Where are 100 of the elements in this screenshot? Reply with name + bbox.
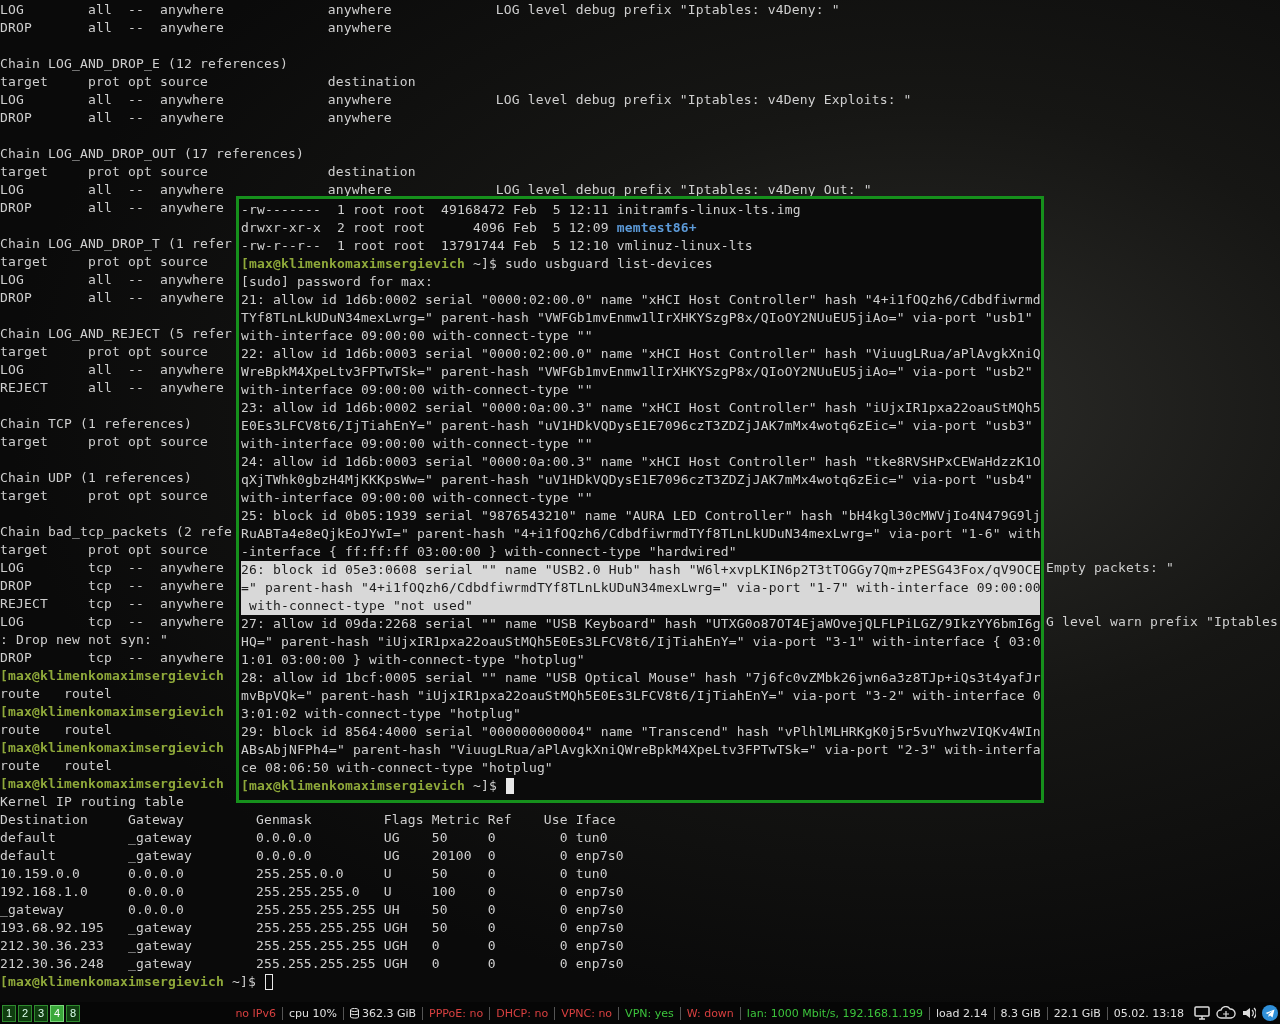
terminal-line: DROP all -- anywhere — [0, 290, 224, 305]
terminal-line: -interface { ff:ff:ff 03:00:00 } with-connect-type "hardwired" — [241, 544, 737, 559]
terminal-line: Empty packets: " — [1046, 559, 1175, 577]
terminal-line: [sudo] password for max: — [241, 274, 433, 289]
terminal-line: Destination Gateway Genmask Flags Metric Ref Use Iface — [0, 812, 616, 827]
prompt-text: [max@klimenkomaximsergievich — [0, 667, 224, 685]
terminal-line: G level warn prefix "Iptables — [1046, 613, 1279, 631]
terminal-line: default _gateway 0.0.0.0 UG 20100 0 0 enp7s0 — [0, 848, 624, 863]
workspace-button[interactable]: 1 — [2, 1004, 16, 1022]
terminal-line: 3:01:02 with-connect-type "hotplug" — [241, 706, 521, 721]
terminal-line: 193.68.92.195 _gateway 255.255.255.255 UGH 50 0 0 enp7s0 — [0, 920, 624, 935]
terminal-line: target prot opt source — [0, 542, 208, 557]
status-text: cpu 10% — [289, 1006, 337, 1020]
terminal-line: DROP all -- anywhere — [0, 200, 224, 215]
terminal-line: Chain LOG_AND_REJECT (5 refer — [0, 326, 232, 341]
terminal-line: LOG all -- anywhere anywhere LOG level debug prefix "Iptables: v4Deny Out: " — [0, 182, 872, 197]
terminal-line: 23: allow id 1d6b:0002 serial "0000:0a:00.3" name "xHCI Host Controller" hash "iUjxIR1pxa22oauStMQh5 — [241, 400, 1041, 415]
terminal-line: TYf8TLnLkUDuN34mexLwrg=" parent-hash "VWFGb1mvEnmw1lIrXHKYSzgP8x/QIoOY2NUuEU5jiAo=" via-port "usb1" — [241, 310, 1033, 325]
status-text: VPN: yes — [625, 1006, 674, 1020]
terminal-line: REJECT tcp -- anywhere — [0, 596, 224, 611]
terminal-line: ABsAbjNFPh4=" parent-hash "ViuugLRua/aPlAvgkXniQWreBpkM4XpeLtv3FPTwTSk=" via-port "2-3" with-interfa — [241, 742, 1041, 757]
terminal-line: target prot opt source — [0, 254, 208, 269]
terminal-line: 212.30.36.233 _gateway 255.255.255.255 UGH 0 0 0 enp7s0 — [0, 938, 624, 953]
terminal-line: qXjTWhk0gbzH4MjKKKpsWw=" parent-hash "uV1HDkVQDysE1E7096czT3ZDZjJAK7mMx4wotq6zEic=" via-port "usb4" — [241, 472, 1033, 487]
terminal-line: target prot opt source — [0, 434, 208, 449]
terminal-line: 29: block id 8564:4000 serial "000000000004" name "Transcend" hash "vPlhlMLHRKgK0j5r5vuYhwzVIQKv4WIn — [241, 724, 1041, 739]
status-text: 8.3 GiB — [1000, 1006, 1041, 1020]
terminal-line: LOG all -- anywhere anywhere LOG level debug prefix "Iptables: v4Deny Exploits: " — [0, 92, 912, 107]
workspace-button[interactable]: 2 — [18, 1004, 32, 1022]
status-text: 362.3 GiB — [361, 1006, 417, 1020]
terminal-line: HQ=" parent-hash "iUjxIR1pxa22oauStMQh5E0Es3LFCV8t6/IjTiahEnY=" via-port "3-1" with-interface { 03:0 — [241, 634, 1041, 649]
terminal-line: DROP all -- anywhere anywhere — [0, 110, 392, 125]
terminal-line: LOG all -- anywhere anywhere LOG level debug prefix "Iptables: v4Deny: " — [0, 2, 840, 17]
disk-icon — [349, 1007, 359, 1019]
terminal-line: _gateway 0.0.0.0 255.255.255.255 UH 50 0 0 enp7s0 — [0, 902, 624, 917]
status-text: 22.1 GiB — [1053, 1006, 1101, 1020]
terminal-line: -rw-r--r-- 1 root root 13791744 Feb 5 12:10 vmlinuz-linux-lts — [241, 238, 753, 253]
terminal-line: 27: allow id 09da:2268 serial "" name "USB Keyboard" hash "UTXG0o87OT4EjaWOvejQLFLPiLGZ/9IkzYY6bmI6g — [241, 616, 1041, 631]
status-text: no IPv6 — [235, 1006, 276, 1020]
terminal-line: target prot opt source — [0, 344, 208, 359]
terminal-line: Chain LOG_AND_DROP_E (12 references) — [0, 56, 288, 71]
terminal-line: route routel — [0, 686, 112, 701]
terminal-line: 212.30.36.248 _gateway 255.255.255.255 UGH 0 0 0 enp7s0 — [0, 956, 624, 971]
terminal-line: Chain bad_tcp_packets (2 refe — [0, 524, 232, 539]
status-text: VPNC: no — [561, 1006, 613, 1020]
terminal-line: E0Es3LFCV8t6/IjTiahEnY=" parent-hash "uV1HDkVQDysE1E7096czT3ZDZjJAK7mMx4wotq6zEic=" via-port "usb3" — [241, 418, 1033, 433]
workspace-button[interactable]: 3 — [34, 1004, 48, 1022]
terminal-line: target prot opt source — [0, 488, 208, 503]
terminal-line: with-interface 09:00:00 with-connect-type "" — [241, 328, 593, 343]
network-icon[interactable] — [1216, 1006, 1236, 1020]
monitor-icon[interactable] — [1194, 1006, 1210, 1020]
terminal-line: LOG all -- anywhere — [0, 272, 224, 287]
prompt-text: [max@klimenkomaximsergievich ~]$ sudo usbguard list-devices — [241, 255, 713, 273]
terminal-line: 1:01 03:00:00 } with-connect-type "hotplug" — [241, 652, 585, 667]
terminal-line: 22: allow id 1d6b:0003 serial "0000:02:00.0" name "xHCI Host Controller" hash "ViuugLRua/aPlAvgkXniQ — [241, 346, 1041, 361]
status-text: 05.02. 13:18 — [1113, 1006, 1184, 1020]
terminal-line: LOG all -- anywhere — [0, 362, 224, 377]
terminal-line: : Drop new not syn: " — [0, 632, 168, 647]
terminal-line: WreBpkM4XpeLtv3FPTwTSk=" parent-hash "VWFGb1mvEnmw1lIrXHKYSzgP8x/QIoOY2NUuEU5jiAo=" via-port "usb2" — [241, 364, 1033, 379]
paper-plane-icon[interactable] — [1262, 1005, 1278, 1021]
terminal-line: Kernel IP routing table — [0, 794, 184, 809]
terminal-line: Chain LOG_AND_DROP_T (1 refer — [0, 236, 232, 251]
terminal-line: DROP all -- anywhere anywhere — [0, 20, 392, 35]
status-text: PPPoE: no — [429, 1006, 484, 1020]
terminal-line: ce 08:06:50 with-connect-type "hotplug" — [241, 760, 553, 775]
terminal-line: with-interface 09:00:00 with-connect-type "" — [241, 382, 593, 397]
status-text: DHCP: no — [496, 1006, 549, 1020]
terminal-line: 24: allow id 1d6b:0003 serial "0000:0a:00.3" name "xHCI Host Controller" hash "tke8RVSHPxCEWaHdzzK1O — [241, 454, 1041, 469]
terminal-line: target prot opt source destination — [0, 74, 416, 89]
prompt-text: [max@klimenkomaximsergievich — [0, 775, 224, 793]
terminal-line: LOG tcp -- anywhere — [0, 613, 225, 631]
terminal-line: Chain TCP (1 references) — [0, 416, 192, 431]
status-text: load 2.14 — [936, 1006, 988, 1020]
prompt-text: [max@klimenkomaximsergievich ~]$ — [241, 777, 497, 795]
terminal-line: with-interface 09:00:00 with-connect-type "" — [241, 436, 593, 451]
terminal-line: route routel — [0, 722, 112, 737]
workspace-button[interactable]: 8 — [66, 1004, 80, 1022]
terminal-line: REJECT all -- anywhere — [0, 380, 224, 395]
terminal-line: 28: allow id 1bcf:0005 serial "" name "USB Optical Mouse" hash "7j6fc0vZMbk26jwn6a3z8TJp+iQs3t4yafJr — [241, 670, 1041, 685]
status-text: lan: 1000 Mbit/s, 192.168.1.199 — [746, 1006, 924, 1020]
terminal-line: 10.159.0.0 0.0.0.0 255.255.0.0 U 50 0 0 tun0 — [0, 866, 608, 881]
terminal-line: target prot opt source destination — [0, 164, 416, 179]
status-text: W: down — [686, 1006, 734, 1020]
terminal-line: with-interface 09:00:00 with-connect-type "" — [241, 490, 593, 505]
terminal-line: Chain LOG_AND_DROP_OUT (17 references) — [0, 146, 304, 161]
terminal-line: DROP tcp -- anywhere — [0, 578, 224, 593]
prompt-text: [max@klimenkomaximsergievich — [0, 739, 224, 757]
prompt-text: [max@klimenkomaximsergievich — [0, 703, 224, 721]
terminal-line: RuABTa4e8eQjkEoJYwI=" parent-hash "4+i1fOQzh6/CdbdfiwrmdTYf8TLnLkUDuN34mexLwrg=" via-port "1-6" with — [241, 526, 1041, 541]
terminal-line: drwxr-xr-x 2 root root 4096 Feb 5 12:09 memtest86+ — [241, 220, 697, 235]
speaker-icon[interactable] — [1242, 1007, 1256, 1019]
terminal-line: DROP tcp -- anywhere — [0, 650, 224, 665]
terminal-line: -rw------- 1 root root 49168472 Feb 5 12:11 initramfs-linux-lts.img — [241, 202, 801, 217]
terminal-line: Chain UDP (1 references) — [0, 470, 192, 485]
terminal-line: 21: allow id 1d6b:0002 serial "0000:02:00.0" name "xHCI Host Controller" hash "4+i1fOQzh6/Cdbdfiwrmd — [241, 292, 1041, 307]
terminal-line: 192.168.1.0 0.0.0.0 255.255.255.0 U 100 0 0 enp7s0 — [0, 884, 624, 899]
terminal-line: 25: block id 0b05:1939 serial "9876543210" name "AURA LED Controller" hash "bH4kgl30cMWVjIo4N479G9lj — [241, 508, 1041, 523]
terminal-line: LOG tcp -- anywhere — [0, 559, 225, 577]
terminal-line: default _gateway 0.0.0.0 UG 50 0 0 tun0 — [0, 830, 608, 845]
terminal-line: mvBpVQk=" parent-hash "iUjxIR1pxa22oauStMQh5E0Es3LFCV8t6/IjTiahEnY=" via-port "3-2" with-interface 0 — [241, 688, 1041, 703]
